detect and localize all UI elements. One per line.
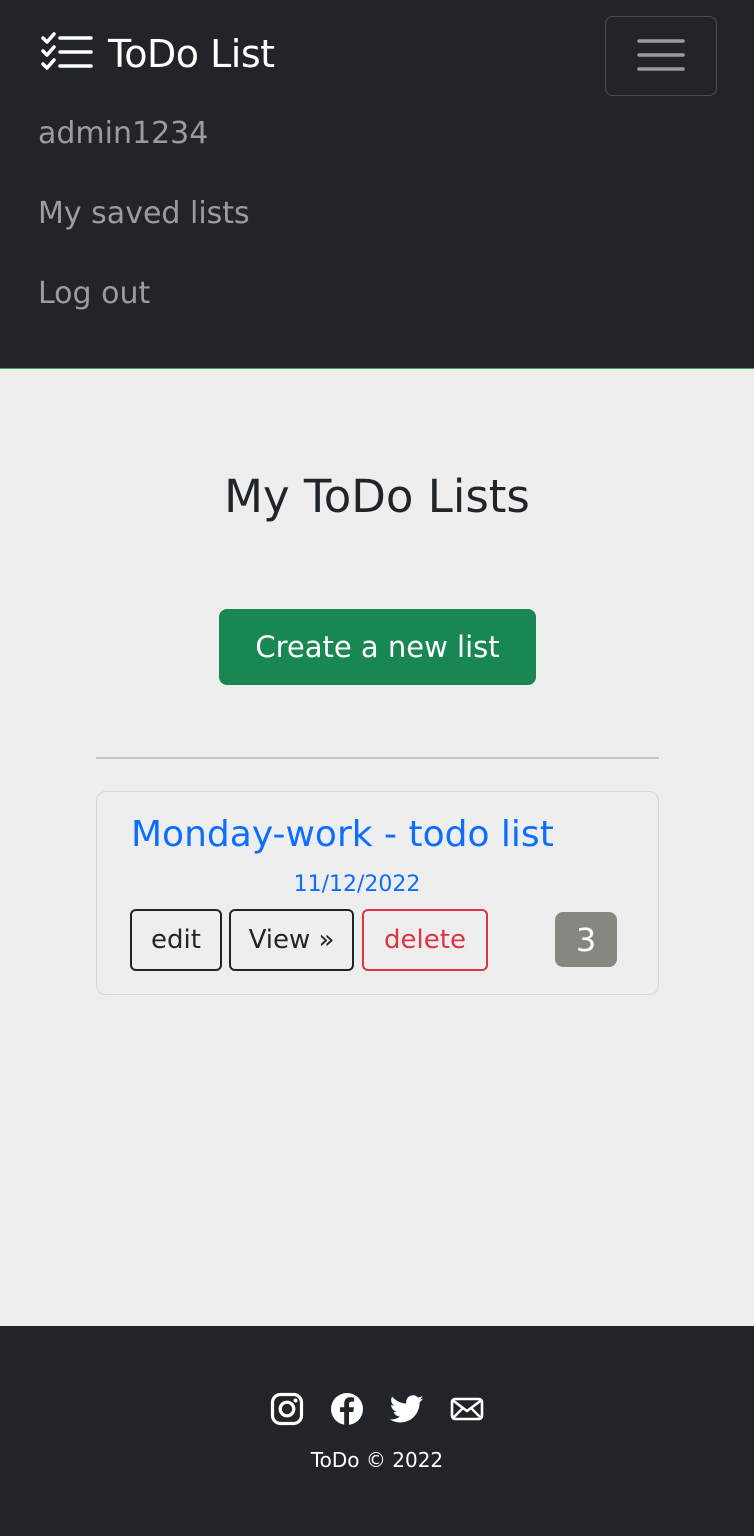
view-button[interactable]: View » [229, 909, 354, 971]
edit-button[interactable]: edit [130, 909, 222, 971]
page-title: My ToDo Lists [224, 470, 530, 523]
checklist-icon [40, 32, 94, 76]
list-card: Monday-work - todo list 11/12/2022 edit … [96, 791, 659, 995]
nav-link-saved-lists[interactable]: My saved lists [38, 196, 250, 231]
divider [96, 757, 659, 759]
facebook-icon[interactable] [330, 1392, 364, 1426]
envelope-icon[interactable] [450, 1392, 484, 1426]
nav-link-logout[interactable]: Log out [38, 276, 150, 311]
copyright-text: ToDo © 2022 [310, 1448, 444, 1472]
create-list-button[interactable]: Create a new list [219, 609, 536, 685]
nav-link-username[interactable]: admin1234 [38, 116, 208, 151]
list-title-link[interactable]: Monday-work - todo list [131, 814, 554, 855]
item-count-badge: 3 [555, 912, 617, 967]
delete-button[interactable]: delete [362, 909, 488, 971]
social-links [0, 1392, 754, 1426]
brand-link[interactable]: ToDo List [40, 32, 275, 76]
twitter-icon[interactable] [389, 1392, 424, 1426]
list-date: 11/12/2022 [293, 872, 421, 897]
navbar: ToDo List admin1234 My saved lists Log o… [0, 0, 754, 369]
footer: ToDo © 2022 [0, 1326, 754, 1536]
hamburger-icon [637, 37, 685, 76]
brand-title: ToDo List [108, 32, 275, 76]
menu-toggle-button[interactable] [605, 16, 717, 96]
instagram-icon[interactable] [270, 1392, 304, 1426]
